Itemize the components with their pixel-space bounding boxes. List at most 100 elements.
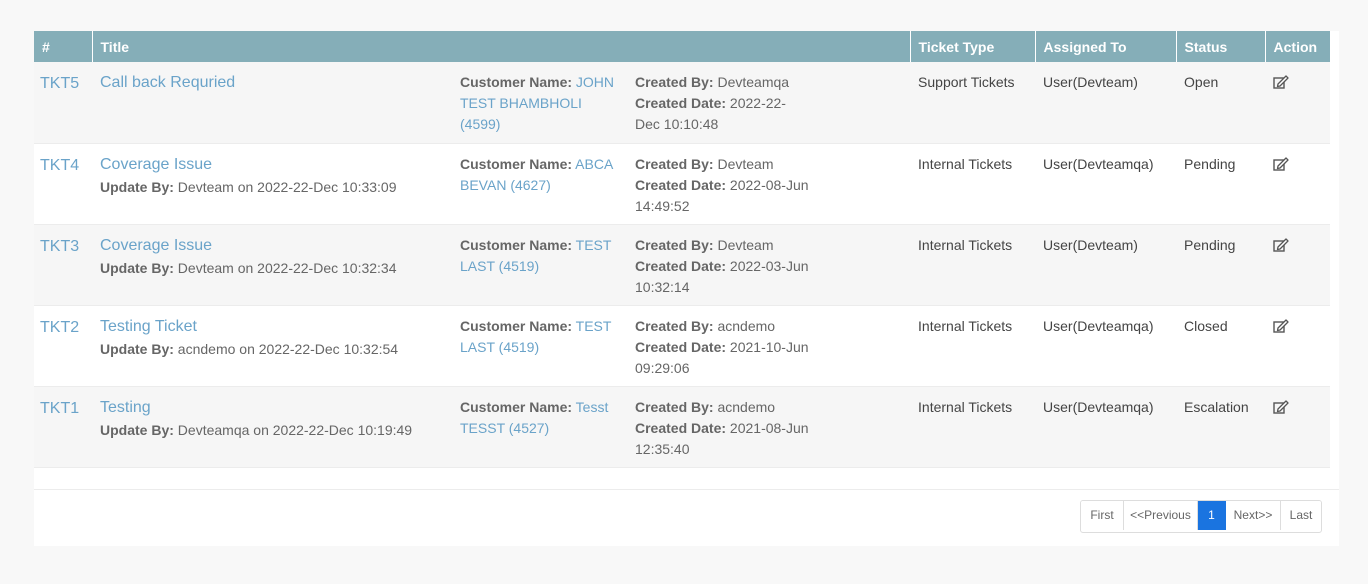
edit-icon[interactable]: [1273, 399, 1289, 414]
created-cell: Created By: Devteam Created Date: 2022-03…: [627, 224, 911, 306]
action-cell: [1265, 143, 1331, 225]
customer-cell: Customer Name: Tesst TESST (4527): [452, 386, 627, 468]
update-timestamp: on 2022-22-Dec 10:32:54: [239, 340, 399, 357]
edit-icon[interactable]: [1273, 156, 1289, 171]
title-cell: Testing Update By: Devteamqa on 2022-22-D…: [92, 386, 452, 468]
ticket-id-cell: TKT3: [34, 224, 92, 306]
update-by-label: Update By:: [100, 340, 174, 357]
assigned-to-cell: User(Devteamqa): [1035, 305, 1177, 387]
ticket-id-link[interactable]: TKT2: [40, 316, 79, 338]
edit-icon[interactable]: [1273, 318, 1289, 333]
assigned-to-cell: User(Devteam): [1035, 62, 1177, 144]
status-cell: Pending: [1176, 143, 1266, 225]
col-header-title: Title: [92, 31, 911, 62]
ticket-id-cell: TKT2: [34, 305, 92, 387]
edit-icon[interactable]: [1273, 74, 1289, 89]
edit-icon[interactable]: [1273, 237, 1289, 252]
assigned-to-cell: User(Devteam): [1035, 224, 1177, 306]
ticket-title-link[interactable]: Testing: [100, 397, 446, 419]
update-info: Update By: Devteam on 2022-22-Dec 10:33:…: [100, 176, 446, 198]
created-cell: Created By: acndemo Created Date: 2021-08…: [627, 386, 911, 468]
status-cell: Pending: [1176, 224, 1266, 306]
assigned-to-cell: User(Devteamqa): [1035, 386, 1177, 468]
update-info: Update By: Devteam on 2022-22-Dec 10:32:…: [100, 257, 446, 279]
footer-divider: [34, 489, 1339, 490]
table-header-row: # Title Ticket Type Assigned To Status A…: [34, 31, 1331, 62]
created-by-label: Created By:: [635, 155, 714, 172]
title-cell: Testing Ticket Update By: acndemo on 2022…: [92, 305, 452, 387]
col-header-status: Status: [1176, 31, 1266, 62]
update-by-label: Update By:: [100, 178, 174, 195]
customer-cell: Customer Name: TEST LAST (4519): [452, 305, 627, 387]
update-by-label: Update By:: [100, 421, 174, 438]
col-header-number: #: [34, 31, 93, 62]
status-cell: Escalation: [1176, 386, 1266, 468]
ticket-id-cell: TKT1: [34, 386, 92, 468]
title-cell: Call back Requried: [92, 62, 452, 144]
ticket-id-cell: TKT5: [34, 62, 92, 144]
ticket-type-cell: Internal Tickets: [910, 386, 1036, 468]
assigned-to-cell: User(Devteamqa): [1035, 143, 1177, 225]
ticket-id-link[interactable]: TKT1: [40, 397, 79, 419]
customer-label: Customer Name:: [460, 398, 573, 415]
update-by-user: Devteam: [177, 178, 234, 195]
table-row: TKT5 Call back Requried Customer Name: JOH…: [34, 62, 1331, 144]
title-cell: Coverage Issue Update By: Devteam on 2022…: [92, 224, 452, 306]
created-cell: Created By: acndemo Created Date: 2021-10…: [627, 305, 911, 387]
status-cell: Closed: [1176, 305, 1266, 387]
ticket-type-cell: Internal Tickets: [910, 305, 1036, 387]
page-last-button[interactable]: Last: [1281, 501, 1321, 530]
customer-label: Customer Name:: [460, 155, 573, 172]
created-by-label: Created By:: [635, 236, 714, 253]
update-by-user: Devteam: [177, 259, 234, 276]
ticket-id-link[interactable]: TKT4: [40, 154, 79, 176]
page-next-button[interactable]: Next>>: [1226, 501, 1281, 530]
update-by-user: Devteamqa: [177, 421, 250, 438]
update-timestamp: on 2022-22-Dec 10:32:34: [237, 259, 397, 276]
table-row: TKT2 Testing Ticket Update By: acndemo on …: [34, 305, 1331, 387]
created-by-label: Created By:: [635, 398, 714, 415]
created-cell: Created By: Devteam Created Date: 2022-08…: [627, 143, 911, 225]
created-by-value: acndemo: [717, 317, 776, 334]
col-header-ticket-type: Ticket Type: [910, 31, 1036, 62]
customer-label: Customer Name:: [460, 236, 573, 253]
ticket-title-link[interactable]: Coverage Issue: [100, 235, 446, 257]
customer-label: Customer Name:: [460, 317, 573, 334]
ticket-id-link[interactable]: TKT3: [40, 235, 79, 257]
ticket-title-link[interactable]: Coverage Issue: [100, 154, 446, 176]
action-cell: [1265, 305, 1331, 387]
created-date-label: Created Date:: [635, 257, 727, 274]
ticket-id-cell: TKT4: [34, 143, 92, 225]
action-cell: [1265, 62, 1331, 144]
customer-cell: Customer Name: ABCA BEVAN (4627): [452, 143, 627, 225]
created-by-value: Devteam: [717, 236, 774, 253]
created-date-label: Created Date:: [635, 419, 727, 436]
update-timestamp: on 2022-22-Dec 10:19:49: [253, 421, 413, 438]
page-1-button[interactable]: 1: [1198, 501, 1226, 530]
action-cell: [1265, 224, 1331, 306]
page-first-button[interactable]: First: [1081, 501, 1124, 530]
update-timestamp: on 2022-22-Dec 10:33:09: [237, 178, 397, 195]
created-by-value: Devteamqa: [717, 74, 790, 90]
created-date-label: Created Date:: [635, 176, 727, 193]
created-date-label: Created Date:: [635, 95, 727, 111]
ticket-id-link[interactable]: TKT5: [40, 72, 79, 94]
ticket-type-cell: Internal Tickets: [910, 143, 1036, 225]
created-date-label: Created Date:: [635, 338, 727, 355]
pagination: First <<Previous 1 Next>> Last: [1080, 500, 1322, 533]
action-cell: [1265, 386, 1331, 468]
created-by-value: acndemo: [717, 398, 776, 415]
update-by-user: acndemo: [177, 340, 236, 357]
col-header-action: Action: [1265, 31, 1331, 62]
customer-cell: Customer Name: JOHN TEST BHAMBHOLI (4599…: [452, 62, 627, 144]
page-previous-button[interactable]: <<Previous: [1124, 501, 1198, 530]
tickets-table: # Title Ticket Type Assigned To Status A…: [34, 31, 1331, 468]
ticket-type-cell: Support Tickets: [910, 62, 1036, 144]
table-row: TKT3 Coverage Issue Update By: Devteam on …: [34, 224, 1331, 306]
update-info: Update By: Devteamqa on 2022-22-Dec 10:1…: [100, 419, 446, 441]
customer-cell: Customer Name: TEST LAST (4519): [452, 224, 627, 306]
table-row: TKT4 Coverage Issue Update By: Devteam on …: [34, 143, 1331, 225]
col-header-assigned-to: Assigned To: [1035, 31, 1177, 62]
ticket-title-link[interactable]: Call back Requried: [100, 72, 446, 94]
ticket-title-link[interactable]: Testing Ticket: [100, 316, 446, 338]
